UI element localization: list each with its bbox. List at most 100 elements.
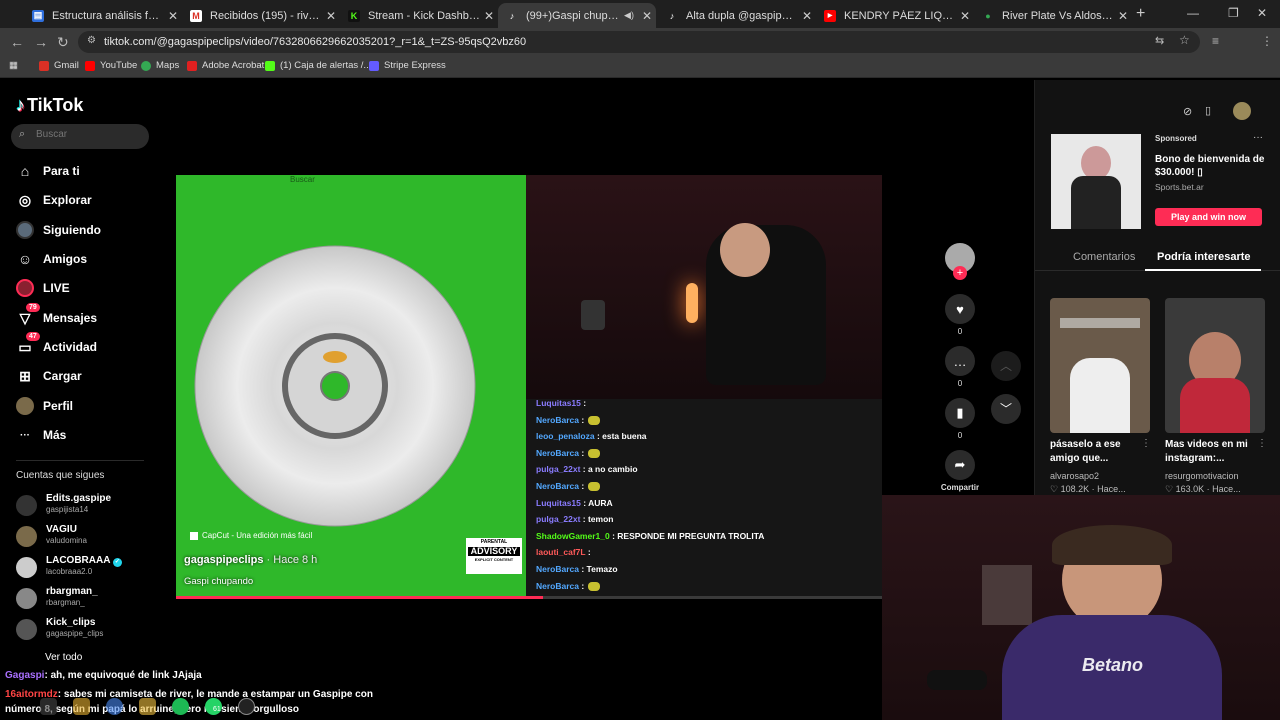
- nav-cargar[interactable]: ⊞ Cargar: [16, 365, 82, 387]
- follow-plus-icon[interactable]: +: [953, 266, 967, 280]
- browser-tab[interactable]: ▶ KENDRY PÁEZ LIQUIDÓ EL PAR… ✕: [816, 3, 974, 28]
- more-icon: ···: [20, 429, 30, 441]
- close-icon[interactable]: ✕: [322, 9, 340, 23]
- suggested-video-title[interactable]: pásaselo a ese amigo que...: [1050, 438, 1140, 466]
- browser-tab[interactable]: K Stream - Kick Dashboard ✕: [340, 3, 498, 28]
- search-input[interactable]: [36, 129, 141, 140]
- menu-kebab-icon[interactable]: ⋮: [1261, 34, 1273, 48]
- bookmark-star-icon[interactable]: ☆: [1179, 33, 1190, 47]
- bookmark-maps[interactable]: Maps: [141, 60, 179, 71]
- close-icon[interactable]: ✕: [1114, 9, 1132, 23]
- following-avatar-icon: [16, 221, 34, 239]
- spotify-icon[interactable]: [172, 698, 189, 715]
- browser-tab[interactable]: ▤ Estructura análisis fútbol ✕: [24, 3, 182, 28]
- whatsapp-icon[interactable]: 61: [205, 698, 222, 715]
- nav-mensajes[interactable]: ▽ 79 Mensajes: [16, 303, 97, 329]
- tab-podria-interesarte[interactable]: Podría interesarte: [1157, 251, 1251, 263]
- minimize-icon[interactable]: —: [1187, 6, 1199, 20]
- bookmark-alerts[interactable]: (1) Caja de alertas /...: [265, 60, 371, 71]
- chat-username: Luquitas15: [536, 497, 581, 508]
- bookmarks-bar: ▦ Gmail YouTube Maps Adobe Acrobat (1) C…: [0, 56, 1280, 78]
- chat-text: :: [580, 398, 587, 408]
- restore-icon[interactable]: ❐: [1228, 6, 1239, 20]
- folder-icon[interactable]: [139, 698, 156, 715]
- back-icon[interactable]: ←: [10, 34, 24, 50]
- bookmark-gmail[interactable]: Gmail: [39, 60, 79, 71]
- previous-video-button[interactable]: ︿: [991, 351, 1021, 381]
- suggested-video-user[interactable]: alvarosapo2: [1050, 471, 1099, 481]
- chat-message: NeroBarca :: [536, 581, 601, 591]
- translate-icon[interactable]: ⇆: [1155, 34, 1164, 47]
- nav-live[interactable]: LIVE: [16, 277, 70, 299]
- search-box[interactable]: ⌕: [11, 124, 149, 149]
- suggested-video-thumbnail[interactable]: [1165, 298, 1265, 433]
- nav-siguiendo[interactable]: Siguiendo: [16, 219, 101, 241]
- video-progress-bar[interactable]: [176, 596, 882, 599]
- next-video-button[interactable]: ﹀: [991, 394, 1021, 424]
- user-avatar[interactable]: [1233, 102, 1251, 120]
- see-all-link[interactable]: Ver todo: [45, 652, 82, 663]
- device-icon[interactable]: ▯: [1205, 104, 1211, 117]
- url-field[interactable]: ⚙ tiktok.com/@gagaspipeclips/video/76328…: [78, 31, 1200, 53]
- overlay-search-text: Buscar: [290, 175, 315, 184]
- suggested-video-user[interactable]: resurgomotivacion: [1165, 471, 1239, 481]
- stripe-icon: [369, 60, 379, 71]
- sponsored-thumbnail[interactable]: [1051, 134, 1141, 229]
- search-icon[interactable]: [40, 698, 57, 715]
- reload-icon[interactable]: ↻: [57, 34, 69, 51]
- suggested-video-title[interactable]: Mas videos en mi instagram:...: [1165, 438, 1260, 466]
- reading-list-icon[interactable]: ≡: [1212, 34, 1219, 48]
- forward-icon[interactable]: →: [34, 34, 48, 50]
- gmail-icon: [39, 60, 49, 71]
- sponsored-title[interactable]: Bono de bienvenida de $30.000! ▯: [1155, 153, 1267, 179]
- more-options-icon[interactable]: ⋮: [1141, 438, 1151, 449]
- close-icon[interactable]: ✕: [480, 9, 498, 23]
- nav-actividad[interactable]: ▭ 47 Actividad: [16, 332, 97, 358]
- explorer-icon[interactable]: [73, 698, 90, 715]
- more-options-icon[interactable]: ···: [1253, 132, 1263, 143]
- close-icon[interactable]: ✕: [956, 9, 974, 23]
- account-handle: lacobraaa2.0: [46, 567, 93, 576]
- nav-para-ti[interactable]: ⌂ Para ti: [16, 160, 80, 182]
- save-button[interactable]: ▮ 0: [944, 398, 976, 440]
- apps-grid-icon[interactable]: ▦: [9, 60, 18, 71]
- author-avatar[interactable]: +: [944, 243, 976, 280]
- chat-message: ShadowGamer1_0 : RESPONDE MI PREGUNTA TR…: [536, 531, 764, 541]
- chrome-icon[interactable]: [106, 698, 123, 715]
- bookmark-adobe[interactable]: Adobe Acrobat: [187, 60, 264, 71]
- site-info-icon[interactable]: ⚙: [87, 35, 96, 46]
- video-author[interactable]: gagaspipeclips · Hace 8 h: [184, 554, 317, 566]
- obs-icon[interactable]: [238, 698, 255, 715]
- close-icon[interactable]: ✕: [164, 9, 182, 23]
- nav-amigos[interactable]: ☺ Amigos: [16, 248, 87, 270]
- person-figure: [1070, 358, 1130, 433]
- like-button[interactable]: ♥ 0: [944, 294, 976, 336]
- share-button[interactable]: ➦ Compartir: [938, 450, 982, 492]
- bookmark-youtube[interactable]: YouTube: [85, 60, 137, 71]
- comment-button[interactable]: … 0: [944, 346, 976, 388]
- video-player[interactable]: Buscar CapCut - Una edición más fácil ga…: [176, 175, 882, 599]
- play-and-win-button[interactable]: Play and win now: [1155, 208, 1262, 226]
- avatar: [16, 557, 37, 578]
- nav-explorar[interactable]: ◎ Explorar: [16, 189, 92, 211]
- browser-tab[interactable]: ● River Plate Vs Aldosivi - Resulta… ✕: [974, 3, 1132, 28]
- tiktok-logo[interactable]: ♪ TikTok: [16, 95, 83, 116]
- more-options-icon[interactable]: ⋮: [1257, 438, 1267, 449]
- chevron-up-icon: ︿: [999, 359, 1012, 373]
- suggested-video-thumbnail[interactable]: [1050, 298, 1150, 433]
- browser-tab[interactable]: ♪ Alta dupla @gaspipe @fran_so… ✕: [658, 3, 816, 28]
- close-icon[interactable]: ✕: [638, 9, 656, 23]
- bookmark-stripe[interactable]: Stripe Express: [369, 60, 446, 71]
- browser-tab[interactable]: M Recibidos (195) - riverunidos91… ✕: [182, 3, 340, 28]
- chat-username: NeroBarca: [536, 447, 579, 458]
- close-window-icon[interactable]: ✕: [1257, 6, 1267, 20]
- tab-comentarios[interactable]: Comentarios: [1073, 251, 1135, 263]
- close-icon[interactable]: ✕: [798, 9, 816, 23]
- nav-perfil[interactable]: Perfil: [16, 395, 73, 417]
- new-tab-button[interactable]: +: [1136, 5, 1145, 23]
- presenter-suit: [1071, 176, 1121, 229]
- explore-icon[interactable]: ⊘: [1183, 105, 1192, 118]
- browser-tab-active[interactable]: ♪ (99+)Gaspi chupando | gas… ◀) ✕: [498, 3, 656, 28]
- nav-mas[interactable]: ··· Más: [16, 424, 66, 446]
- speaker-icon[interactable]: ◀): [620, 10, 638, 21]
